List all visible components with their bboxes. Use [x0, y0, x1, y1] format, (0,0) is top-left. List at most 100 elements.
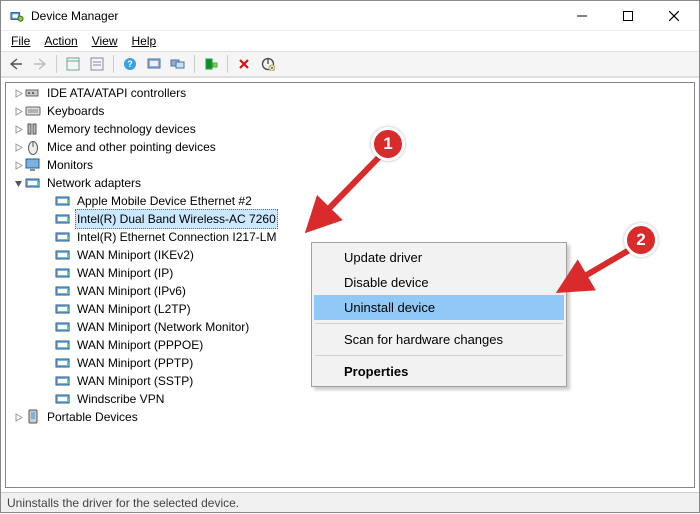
- chevron-placeholder: [42, 285, 54, 297]
- device-manager-icon: [9, 8, 25, 24]
- chevron-right-icon[interactable]: [12, 411, 24, 423]
- toolbar: ?: [1, 51, 699, 77]
- toolbar-separator: [194, 55, 195, 73]
- ctx-separator: [315, 355, 563, 356]
- nic-icon: [55, 355, 71, 371]
- back-icon[interactable]: [5, 53, 27, 75]
- tree-item-label: Network adapters: [45, 174, 143, 192]
- device-item[interactable]: Intel(R) Dual Band Wireless-AC 7260: [6, 210, 694, 228]
- tree-item-label: WAN Miniport (IPv6): [75, 282, 188, 300]
- tree-item-label: Portable Devices: [45, 408, 140, 426]
- chevron-right-icon[interactable]: [12, 105, 24, 117]
- device-category[interactable]: Memory technology devices: [6, 120, 694, 138]
- close-button[interactable]: [651, 1, 697, 31]
- chevron-placeholder: [42, 213, 54, 225]
- ctx-properties[interactable]: Properties: [314, 359, 564, 384]
- tree-item-label: WAN Miniport (IKEv2): [75, 246, 196, 264]
- menu-view[interactable]: View: [86, 33, 124, 49]
- tree-item-label: WAN Miniport (IP): [75, 264, 175, 282]
- chevron-placeholder: [42, 321, 54, 333]
- ctx-update-driver[interactable]: Update driver: [314, 245, 564, 270]
- uninstall-icon[interactable]: [233, 53, 255, 75]
- chevron-down-icon[interactable]: [12, 177, 24, 189]
- chevron-placeholder: [42, 339, 54, 351]
- device-category[interactable]: Mice and other pointing devices: [6, 138, 694, 156]
- disable-icon[interactable]: [257, 53, 279, 75]
- device-category[interactable]: Monitors: [6, 156, 694, 174]
- nic-icon: [55, 391, 71, 407]
- show-hidden-icon[interactable]: [62, 53, 84, 75]
- keyboard-icon: [25, 103, 41, 119]
- menubar: File Action View Help: [1, 31, 699, 51]
- scan-hardware-icon[interactable]: [200, 53, 222, 75]
- tree-item-label: Memory technology devices: [45, 120, 198, 138]
- nic-icon: [55, 337, 71, 353]
- tree-item-label: WAN Miniport (PPPOE): [75, 336, 205, 354]
- chevron-placeholder: [42, 393, 54, 405]
- device-item[interactable]: Apple Mobile Device Ethernet #2: [6, 192, 694, 210]
- nic-icon: [55, 211, 71, 227]
- chevron-placeholder: [42, 231, 54, 243]
- svg-text:?: ?: [127, 59, 133, 69]
- ctx-separator: [315, 323, 563, 324]
- menu-help[interactable]: Help: [126, 33, 163, 49]
- tree-item-label: WAN Miniport (L2TP): [75, 300, 193, 318]
- device-category[interactable]: Portable Devices: [6, 408, 694, 426]
- annotation-marker-2: 2: [624, 223, 658, 257]
- computers-icon[interactable]: [167, 53, 189, 75]
- toolbar-separator: [227, 55, 228, 73]
- tree-item-label: Intel(R) Dual Band Wireless-AC 7260: [75, 209, 278, 229]
- console-icon[interactable]: [143, 53, 165, 75]
- chevron-placeholder: [42, 195, 54, 207]
- chevron-right-icon[interactable]: [12, 87, 24, 99]
- ctx-uninstall-device[interactable]: Uninstall device: [314, 295, 564, 320]
- controller-icon: [25, 85, 41, 101]
- tree-item-label: Intel(R) Ethernet Connection I217-LM: [75, 228, 278, 246]
- window-buttons: [559, 1, 697, 30]
- forward-icon[interactable]: [29, 53, 51, 75]
- ctx-disable-device[interactable]: Disable device: [314, 270, 564, 295]
- tree-item-label: Monitors: [45, 156, 95, 174]
- nic-icon: [55, 265, 71, 281]
- window-title: Device Manager: [31, 9, 559, 23]
- nic-icon: [55, 283, 71, 299]
- nic-icon: [55, 301, 71, 317]
- minimize-button[interactable]: [559, 1, 605, 31]
- device-category[interactable]: IDE ATA/ATAPI controllers: [6, 84, 694, 102]
- statusbar: Uninstalls the driver for the selected d…: [1, 492, 699, 512]
- maximize-button[interactable]: [605, 1, 651, 31]
- context-menu: Update driver Disable device Uninstall d…: [311, 242, 567, 387]
- properties-icon[interactable]: [86, 53, 108, 75]
- monitor-icon: [25, 157, 41, 173]
- chevron-placeholder: [42, 249, 54, 261]
- tree-item-label: Keyboards: [45, 102, 106, 120]
- chevron-placeholder: [42, 357, 54, 369]
- tree-item-label: WAN Miniport (PPTP): [75, 354, 195, 372]
- help-icon[interactable]: ?: [119, 53, 141, 75]
- device-category[interactable]: Keyboards: [6, 102, 694, 120]
- menu-file[interactable]: File: [5, 33, 36, 49]
- toolbar-separator: [56, 55, 57, 73]
- titlebar: Device Manager: [1, 1, 699, 31]
- toolbar-separator: [113, 55, 114, 73]
- network-icon: [25, 175, 41, 191]
- nic-icon: [55, 373, 71, 389]
- nic-icon: [55, 193, 71, 209]
- chevron-right-icon[interactable]: [12, 141, 24, 153]
- portable-icon: [25, 409, 41, 425]
- chevron-right-icon[interactable]: [12, 159, 24, 171]
- tree-item-label: Apple Mobile Device Ethernet #2: [75, 192, 254, 210]
- ctx-scan-hardware[interactable]: Scan for hardware changes: [314, 327, 564, 352]
- device-item[interactable]: Windscribe VPN: [6, 390, 694, 408]
- tree-item-label: Mice and other pointing devices: [45, 138, 218, 156]
- nic-icon: [55, 247, 71, 263]
- chevron-placeholder: [42, 267, 54, 279]
- tree-item-label: IDE ATA/ATAPI controllers: [45, 84, 188, 102]
- chevron-placeholder: [42, 303, 54, 315]
- memory-icon: [25, 121, 41, 137]
- menu-action[interactable]: Action: [38, 33, 83, 49]
- mouse-icon: [25, 139, 41, 155]
- chevron-right-icon[interactable]: [12, 123, 24, 135]
- device-category[interactable]: Network adapters: [6, 174, 694, 192]
- nic-icon: [55, 319, 71, 335]
